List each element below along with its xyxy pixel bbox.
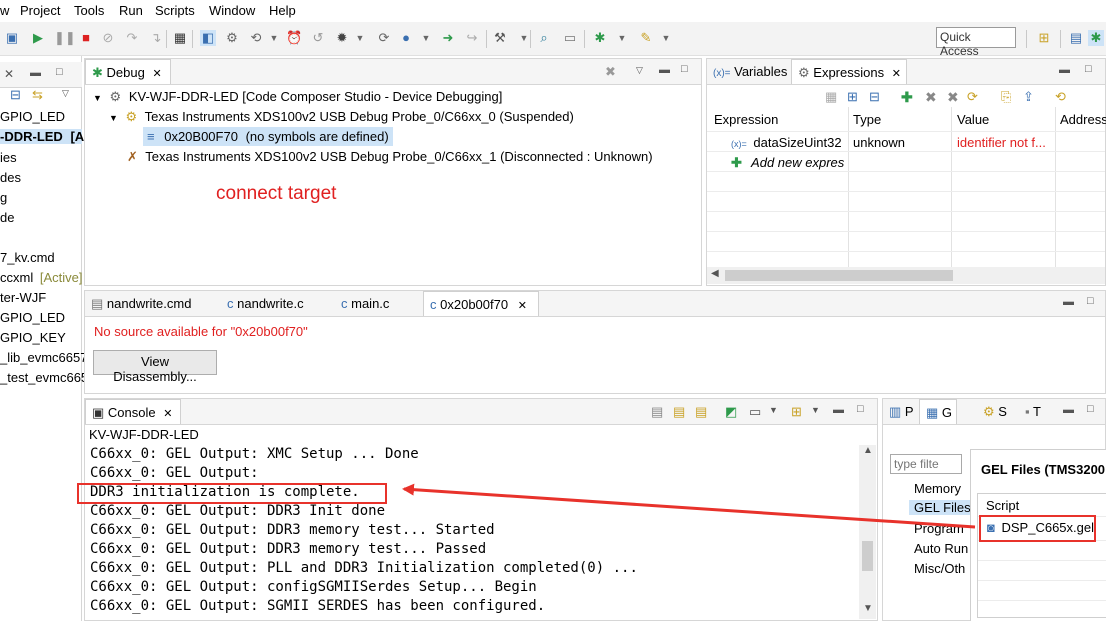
annotation-arrow [402,483,976,529]
arrow-line [402,483,976,529]
